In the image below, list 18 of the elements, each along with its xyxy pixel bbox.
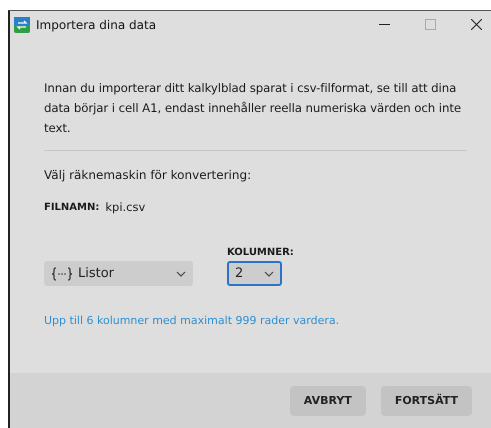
filename-label: FILNAMN: bbox=[44, 202, 100, 212]
braces-icon bbox=[51, 266, 73, 280]
instruction-text: Innan du importerar ditt kalkylblad sparat i csv-filformat, se till att dina data börjar i cell A1, endast innehåller reella numeriska värden och inte text. bbox=[44, 80, 462, 137]
limit-hint: Upp till 6 kolumner med maximalt 999 rader vardera. bbox=[44, 314, 340, 327]
columns-dropdown[interactable]: 2 bbox=[227, 261, 282, 286]
chevron-down-icon bbox=[176, 270, 186, 276]
window-title: Importera dina data bbox=[36, 18, 158, 32]
prompt-text: Välj räknemaskin för konvertering: bbox=[44, 168, 252, 182]
filename-value: kpi.csv bbox=[105, 200, 146, 214]
cancel-button[interactable]: AVBRYT bbox=[290, 386, 366, 416]
close-icon bbox=[470, 19, 482, 30]
columns-label: KOLUMNER: bbox=[227, 247, 294, 258]
app-icon bbox=[14, 16, 30, 32]
calculator-dropdown[interactable]: Listor bbox=[44, 261, 193, 286]
minimize-icon bbox=[378, 24, 390, 25]
maximize-icon bbox=[424, 19, 436, 30]
continue-button[interactable]: FORTSÄTT bbox=[380, 386, 472, 416]
chevron-down-icon bbox=[264, 270, 274, 276]
